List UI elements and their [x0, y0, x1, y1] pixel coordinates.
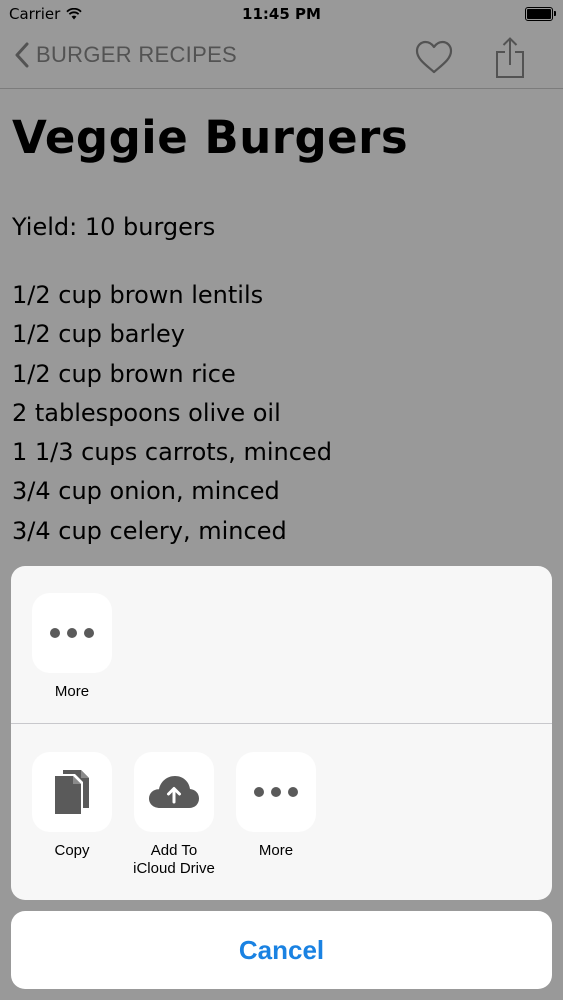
icloud-drive-button[interactable]: Add To iCloud Drive	[123, 752, 225, 878]
more-apps-tile	[32, 593, 112, 673]
copy-tile	[32, 752, 112, 832]
share-row-actions: Copy Add To iCloud Drive More	[11, 724, 552, 900]
copy-button[interactable]: Copy	[21, 752, 123, 860]
copy-icon	[55, 770, 89, 814]
more-dots-icon	[50, 628, 94, 638]
icloud-drive-tile	[134, 752, 214, 832]
icloud-drive-label: Add To iCloud Drive	[133, 842, 215, 877]
icloud-upload-icon	[149, 776, 199, 808]
more-apps-button[interactable]: More	[21, 593, 123, 701]
cancel-button[interactable]: Cancel	[11, 911, 552, 989]
more-actions-label: More	[258, 842, 294, 859]
copy-label: Copy	[54, 842, 90, 859]
share-row-apps: More	[11, 566, 552, 723]
more-dots-icon	[254, 787, 298, 797]
more-actions-button[interactable]: More	[225, 752, 327, 860]
share-sheet: More Copy Add To iCloud Drive More	[11, 566, 552, 900]
more-apps-label: More	[54, 683, 90, 700]
more-actions-tile	[236, 752, 316, 832]
